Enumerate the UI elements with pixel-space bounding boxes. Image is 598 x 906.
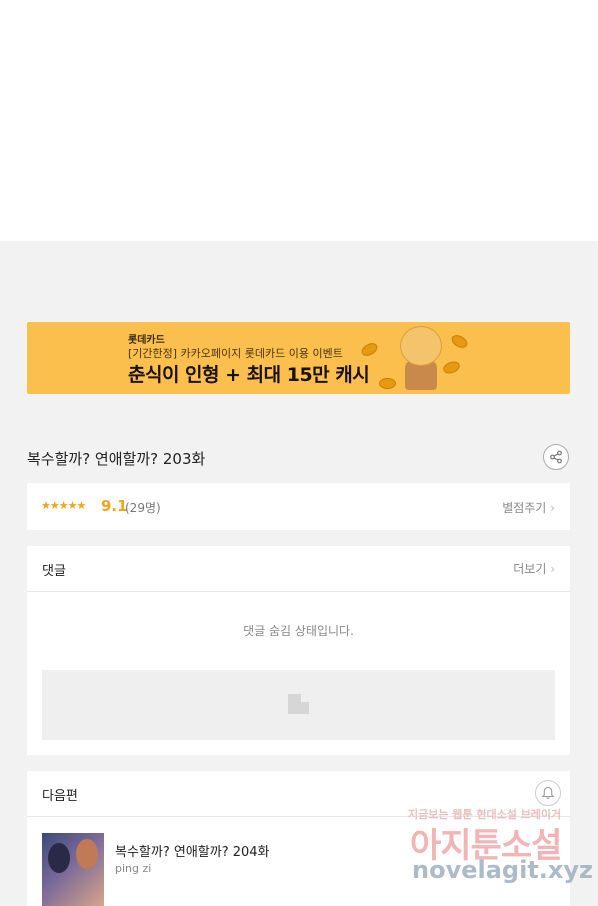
promo-banner[interactable]: 롯데카드 [기간한정] 카카오페이지 롯데카드 이용 이벤트 춘식이 인형 + … xyxy=(27,322,570,394)
next-episode-thumbnail[interactable] xyxy=(42,833,104,906)
next-episode-title[interactable]: 복수할까? 연애할까? 204화 xyxy=(115,841,270,860)
coin-icon xyxy=(379,378,396,389)
content-area-top xyxy=(0,0,598,241)
rate-button-label: 별점주기 xyxy=(502,501,547,515)
image-placeholder-icon xyxy=(288,694,309,714)
coin-icon xyxy=(441,359,462,376)
watermark: 지금보는 웹툰 현대소설 브레이거 아지툰소설 novelagit.xyz xyxy=(408,800,598,906)
next-episode-author: ping zi xyxy=(115,862,152,875)
doll-head-image xyxy=(400,326,442,366)
banner-subtitle: [기간한정] 카카오페이지 롯데카드 이용 이벤트 xyxy=(128,347,343,360)
next-episode-heading: 다음편 xyxy=(42,789,78,804)
chevron-right-icon: › xyxy=(550,501,555,515)
comments-hidden-message: 댓글 숨김 상태입니다. xyxy=(243,624,354,638)
comments-card: 댓글 더보기 › 댓글 숨김 상태입니다. xyxy=(27,546,570,755)
coin-icon xyxy=(449,332,470,351)
comments-more-label: 더보기 xyxy=(513,562,547,576)
rating-card: ★★★★★ 9.1 (29명) 별점주기 › xyxy=(27,483,570,530)
episode-title: 복수할까? 연애할까? 203화 xyxy=(27,450,206,468)
banner-headline: 춘식이 인형 + 최대 15만 캐시 xyxy=(128,364,370,386)
star-rating-icon: ★★★★★ xyxy=(41,499,86,512)
rating-count: (29명) xyxy=(125,501,161,515)
rate-button[interactable]: 별점주기 › xyxy=(502,499,555,516)
coin-icon xyxy=(359,340,380,359)
share-icon xyxy=(550,450,562,464)
comments-more-button[interactable]: 더보기 › xyxy=(513,560,555,577)
ad-placeholder[interactable] xyxy=(42,670,555,740)
share-button[interactable] xyxy=(543,444,569,470)
watermark-url: novelagit.xyz xyxy=(412,856,594,884)
chevron-right-icon: › xyxy=(550,562,555,576)
rating-score: 9.1 xyxy=(101,497,128,515)
comments-title: 댓글 xyxy=(42,564,66,579)
banner-brand: 롯데카드 xyxy=(128,335,165,346)
comments-header: 댓글 더보기 › xyxy=(27,546,570,592)
bell-icon xyxy=(541,786,555,799)
